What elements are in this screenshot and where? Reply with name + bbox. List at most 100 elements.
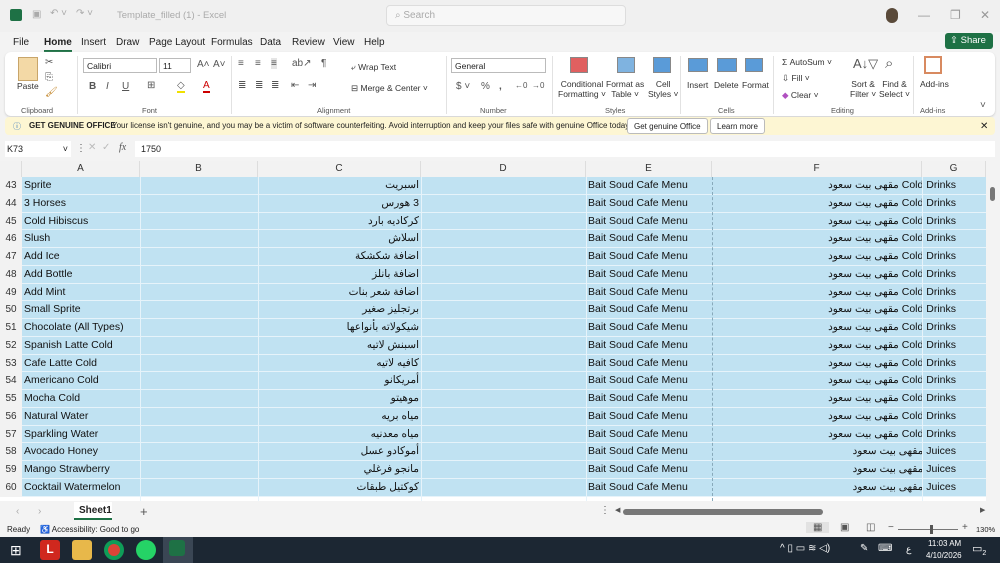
- tab-file[interactable]: File: [13, 37, 29, 48]
- app-l-icon[interactable]: L: [40, 540, 60, 560]
- cell-e-menu-name[interactable]: Bait Soud Cafe Menu: [588, 428, 688, 440]
- cell-f-category[interactable]: مقهى بيت سعود Juices: [853, 481, 956, 493]
- cell-e-menu-name[interactable]: Bait Soud Cafe Menu: [588, 357, 688, 369]
- cell-f-category[interactable]: مقهى بيت سعود Cold Drinks: [828, 321, 956, 333]
- cell-f-category[interactable]: مقهى بيت سعود Cold Drinks: [828, 268, 956, 280]
- decrease-indent-icon[interactable]: ⇤: [291, 80, 299, 91]
- font-size-select[interactable]: 11: [159, 58, 191, 73]
- tab-data[interactable]: Data: [260, 37, 281, 48]
- bold-icon[interactable]: B: [89, 81, 96, 92]
- zoom-slider[interactable]: [898, 529, 958, 530]
- language-indicator[interactable]: ع: [906, 544, 911, 555]
- minimize-button[interactable]: —: [918, 8, 930, 22]
- cell-a-english-name[interactable]: Mocha Cold: [24, 392, 80, 404]
- cell-e-menu-name[interactable]: Bait Soud Cafe Menu: [588, 268, 688, 280]
- cell-c-arabic-name[interactable]: كوكتيل طبقات: [356, 481, 419, 493]
- cell-a-english-name[interactable]: Sparkling Water: [24, 428, 98, 440]
- cell-c-arabic-name[interactable]: مانجو فرغلي: [364, 463, 419, 475]
- row-cells[interactable]: Small Sprite برتجليز صغير Bait Soud Cafe…: [22, 301, 986, 319]
- tab-splitter[interactable]: ⋮: [600, 505, 610, 516]
- cell-a-english-name[interactable]: Mango Strawberry: [24, 463, 110, 475]
- share-button[interactable]: ⇪ Share: [945, 33, 993, 49]
- cell-f-category[interactable]: مقهى بيت سعود Cold Drinks: [828, 303, 956, 315]
- learn-more-button[interactable]: Learn more: [710, 118, 765, 134]
- zoom-slider-thumb[interactable]: [930, 525, 933, 534]
- avatar[interactable]: [886, 8, 898, 23]
- paste-icon[interactable]: [18, 57, 38, 81]
- row-cells[interactable]: Mocha Cold موهيتو Bait Soud Cafe Menu مق…: [22, 390, 986, 408]
- normal-view-icon[interactable]: ▦: [806, 522, 830, 533]
- tab-formulas[interactable]: Formulas: [211, 37, 253, 48]
- system-tray-icons[interactable]: ^ ▯ ▭ ≋ ◁): [780, 543, 830, 554]
- tab-page-layout[interactable]: Page Layout: [149, 37, 205, 48]
- cell-c-arabic-name[interactable]: أمريكانو: [384, 374, 419, 386]
- tab-help[interactable]: Help: [364, 37, 385, 48]
- cell-c-arabic-name[interactable]: 3 هورس: [381, 197, 419, 209]
- fill-button[interactable]: ⇩ Fill ˅: [782, 73, 810, 84]
- cell-e-menu-name[interactable]: Bait Soud Cafe Menu: [588, 232, 688, 244]
- name-box[interactable]: K73 ˅: [5, 141, 71, 157]
- row-number[interactable]: 46: [0, 230, 22, 248]
- row-cells[interactable]: Add Bottle اضافة بانلز Bait Soud Cafe Me…: [22, 265, 986, 284]
- align-top-icon[interactable]: ≡: [238, 58, 244, 69]
- row-cells[interactable]: Cafe Latte Cold كافيه لاتيه Bait Soud Ca…: [22, 354, 986, 373]
- row-number[interactable]: 44: [0, 194, 22, 213]
- row-cells[interactable]: Avocado Honey أموكادو عسل Bait Soud Cafe…: [22, 443, 986, 461]
- cell-a-english-name[interactable]: Add Bottle: [24, 268, 72, 280]
- increase-indent-icon[interactable]: ⇥: [308, 80, 316, 91]
- tab-home[interactable]: Home: [44, 37, 72, 52]
- cell-e-menu-name[interactable]: Bait Soud Cafe Menu: [588, 197, 688, 209]
- row-cells[interactable]: Natural Water مياه بريه Bait Soud Cafe M…: [22, 407, 986, 426]
- cell-f-category[interactable]: مقهى بيت سعود Cold Drinks: [828, 179, 956, 191]
- cell-c-arabic-name[interactable]: اضافة شعر بنات: [349, 286, 419, 298]
- select-all-corner[interactable]: [0, 161, 22, 177]
- italic-icon[interactable]: I: [106, 81, 109, 92]
- row-number[interactable]: 52: [0, 336, 22, 355]
- get-genuine-office-button[interactable]: Get genuine Office: [627, 118, 708, 134]
- row-cells[interactable]: Chocolate (All Types) شيكولاته بأنواعها …: [22, 319, 986, 337]
- search-input[interactable]: ⌕ Search: [386, 5, 626, 26]
- row-number[interactable]: 60: [0, 478, 22, 497]
- zoom-out-icon[interactable]: −: [888, 522, 894, 533]
- zoom-level[interactable]: 130%: [976, 525, 995, 534]
- cell-e-menu-name[interactable]: Bait Soud Cafe Menu: [588, 445, 688, 457]
- column-header-c[interactable]: C: [258, 161, 421, 177]
- clock-date[interactable]: 4/10/2026: [926, 551, 962, 560]
- cell-a-english-name[interactable]: 3 Horses: [24, 197, 66, 209]
- row-number[interactable]: 58: [0, 443, 22, 461]
- cell-f-category[interactable]: مقهى بيت سعود Cold Drinks: [828, 428, 956, 440]
- add-ins-button[interactable]: Add-ins: [920, 79, 949, 89]
- more-icon[interactable]: ⋮: [76, 143, 86, 154]
- clock-time[interactable]: 11:03 AM: [928, 539, 961, 548]
- cell-a-english-name[interactable]: Cocktail Watermelon: [24, 481, 120, 493]
- cell-a-english-name[interactable]: Add Mint: [24, 286, 65, 298]
- cell-a-english-name[interactable]: Americano Cold: [24, 374, 99, 386]
- collapse-ribbon-icon[interactable]: ˅: [980, 100, 986, 111]
- shrink-font-icon[interactable]: A˅: [213, 59, 226, 70]
- cell-f-category[interactable]: مقهى بيت سعود Cold Drinks: [828, 286, 956, 298]
- cell-e-menu-name[interactable]: Bait Soud Cafe Menu: [588, 215, 688, 227]
- center-icon[interactable]: ≣: [255, 80, 263, 91]
- tab-insert[interactable]: Insert: [81, 37, 106, 48]
- cell-c-arabic-name[interactable]: برتجليز صغير: [362, 303, 419, 315]
- cell-a-english-name[interactable]: Small Sprite: [24, 303, 81, 315]
- font-color-icon[interactable]: A: [203, 80, 210, 93]
- cancel-icon[interactable]: ✕: [88, 142, 96, 153]
- row-number[interactable]: 43: [0, 177, 22, 195]
- horizontal-scroll-thumb[interactable]: [623, 509, 823, 515]
- tab-review[interactable]: Review: [292, 37, 325, 48]
- cell-e-menu-name[interactable]: Bait Soud Cafe Menu: [588, 481, 688, 493]
- keyboard-icon[interactable]: ⌨: [878, 543, 892, 554]
- underline-icon[interactable]: U: [122, 81, 129, 92]
- row-number[interactable]: 47: [0, 248, 22, 266]
- cell-f-category[interactable]: مقهى بيت سعود Cold Drinks: [828, 374, 956, 386]
- fill-color-icon[interactable]: ◇: [177, 80, 185, 93]
- row-cells[interactable]: Add Mint اضافة شعر بنات Bait Soud Cafe M…: [22, 283, 986, 302]
- cell-e-menu-name[interactable]: Bait Soud Cafe Menu: [588, 179, 688, 191]
- cell-e-menu-name[interactable]: Bait Soud Cafe Menu: [588, 463, 688, 475]
- paste-button[interactable]: Paste: [17, 81, 39, 91]
- align-middle-icon[interactable]: ≡: [255, 58, 261, 69]
- row-cells[interactable]: Mango Strawberry مانجو فرغلي Bait Soud C…: [22, 461, 986, 479]
- format-painter-icon[interactable]: 🖌: [45, 87, 58, 98]
- cell-a-english-name[interactable]: Sprite: [24, 179, 51, 191]
